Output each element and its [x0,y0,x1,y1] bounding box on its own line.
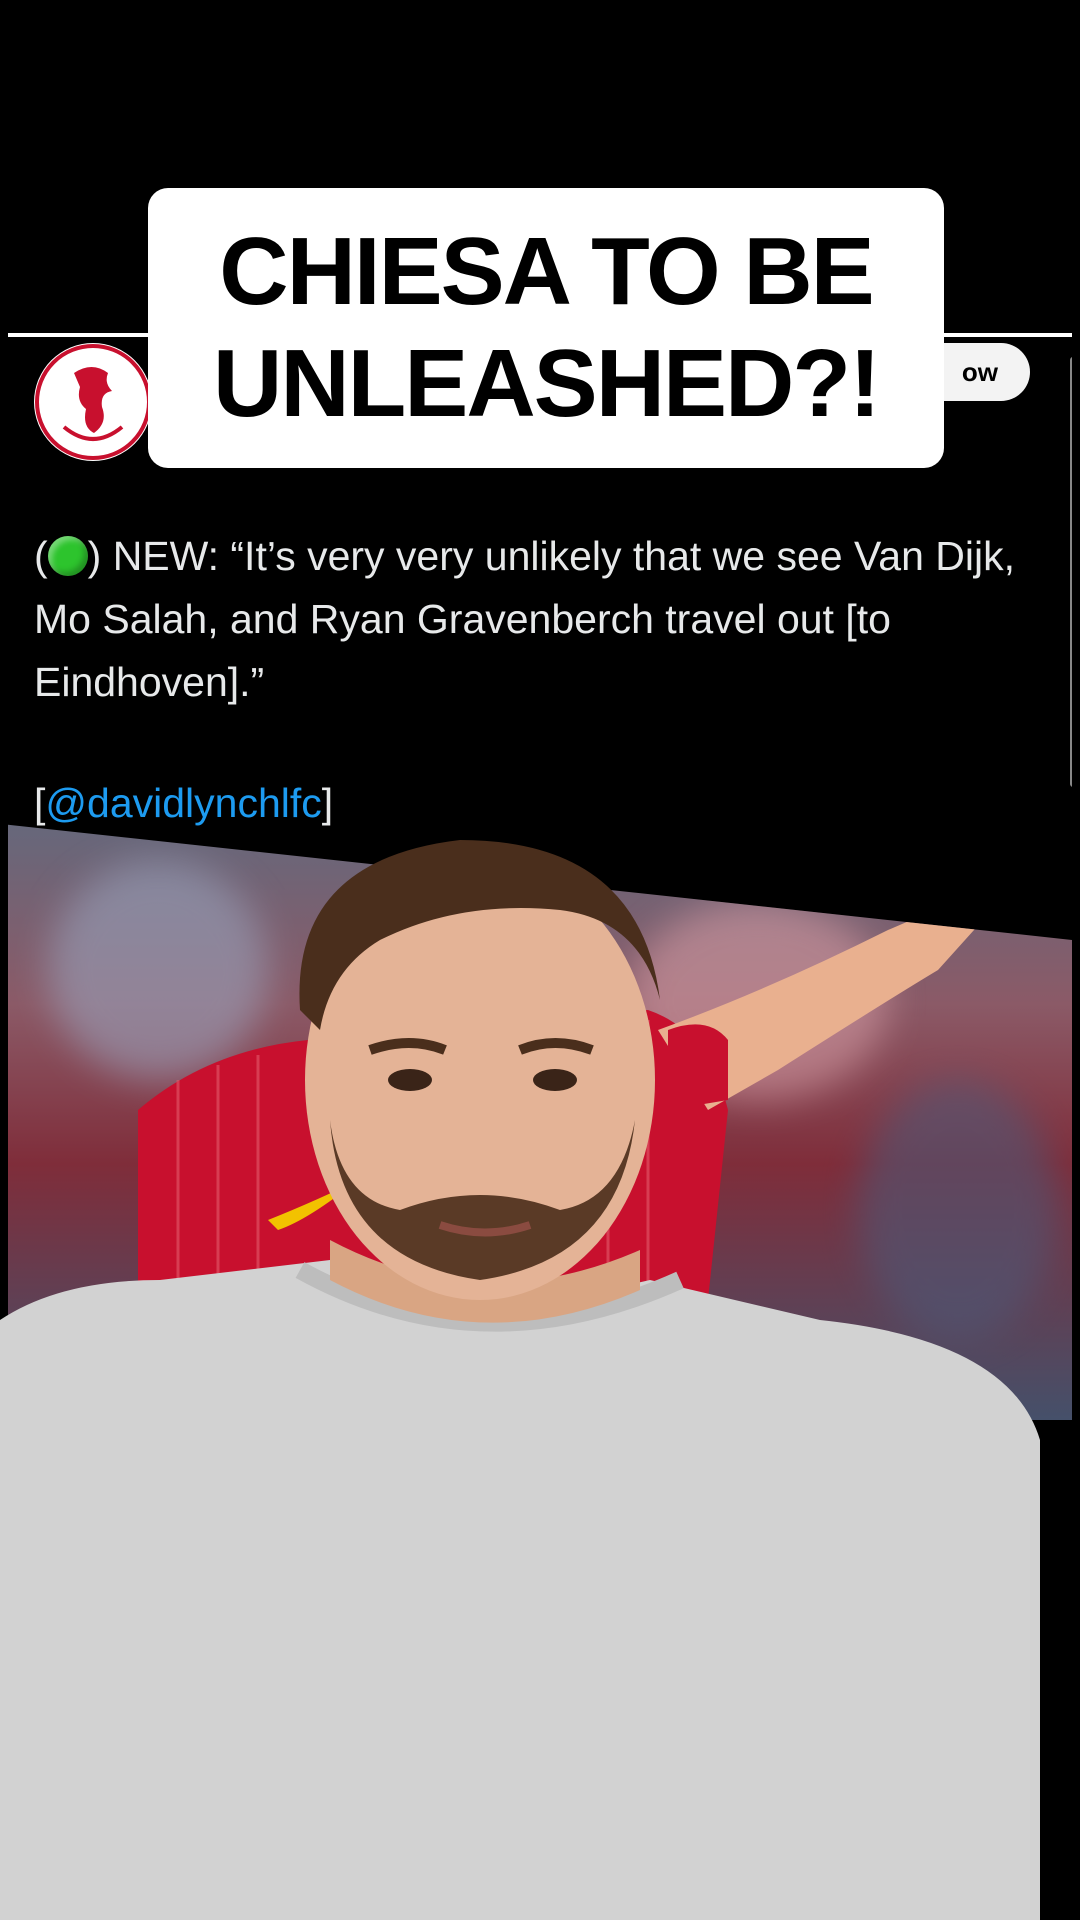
tweet-body: () NEW: “It’s very very unlikely that we… [34,525,1064,714]
green-circle-icon [47,536,88,576]
presenter-figure [0,840,1040,1920]
headline-caption: CHIESA TO BE UNLEASHED?! [148,188,944,468]
scrollbar[interactable] [1070,357,1072,787]
tweet-body-text: ) NEW: “It’s very very unlikely that we … [34,533,1016,705]
liver-bird-logo-icon [35,344,151,460]
tweet-body-open: ( [34,533,48,579]
avatar[interactable] [34,343,152,461]
headline-text: CHIESA TO BE UNLEASHED?! [213,218,881,437]
follow-button-label: ow [961,356,998,387]
